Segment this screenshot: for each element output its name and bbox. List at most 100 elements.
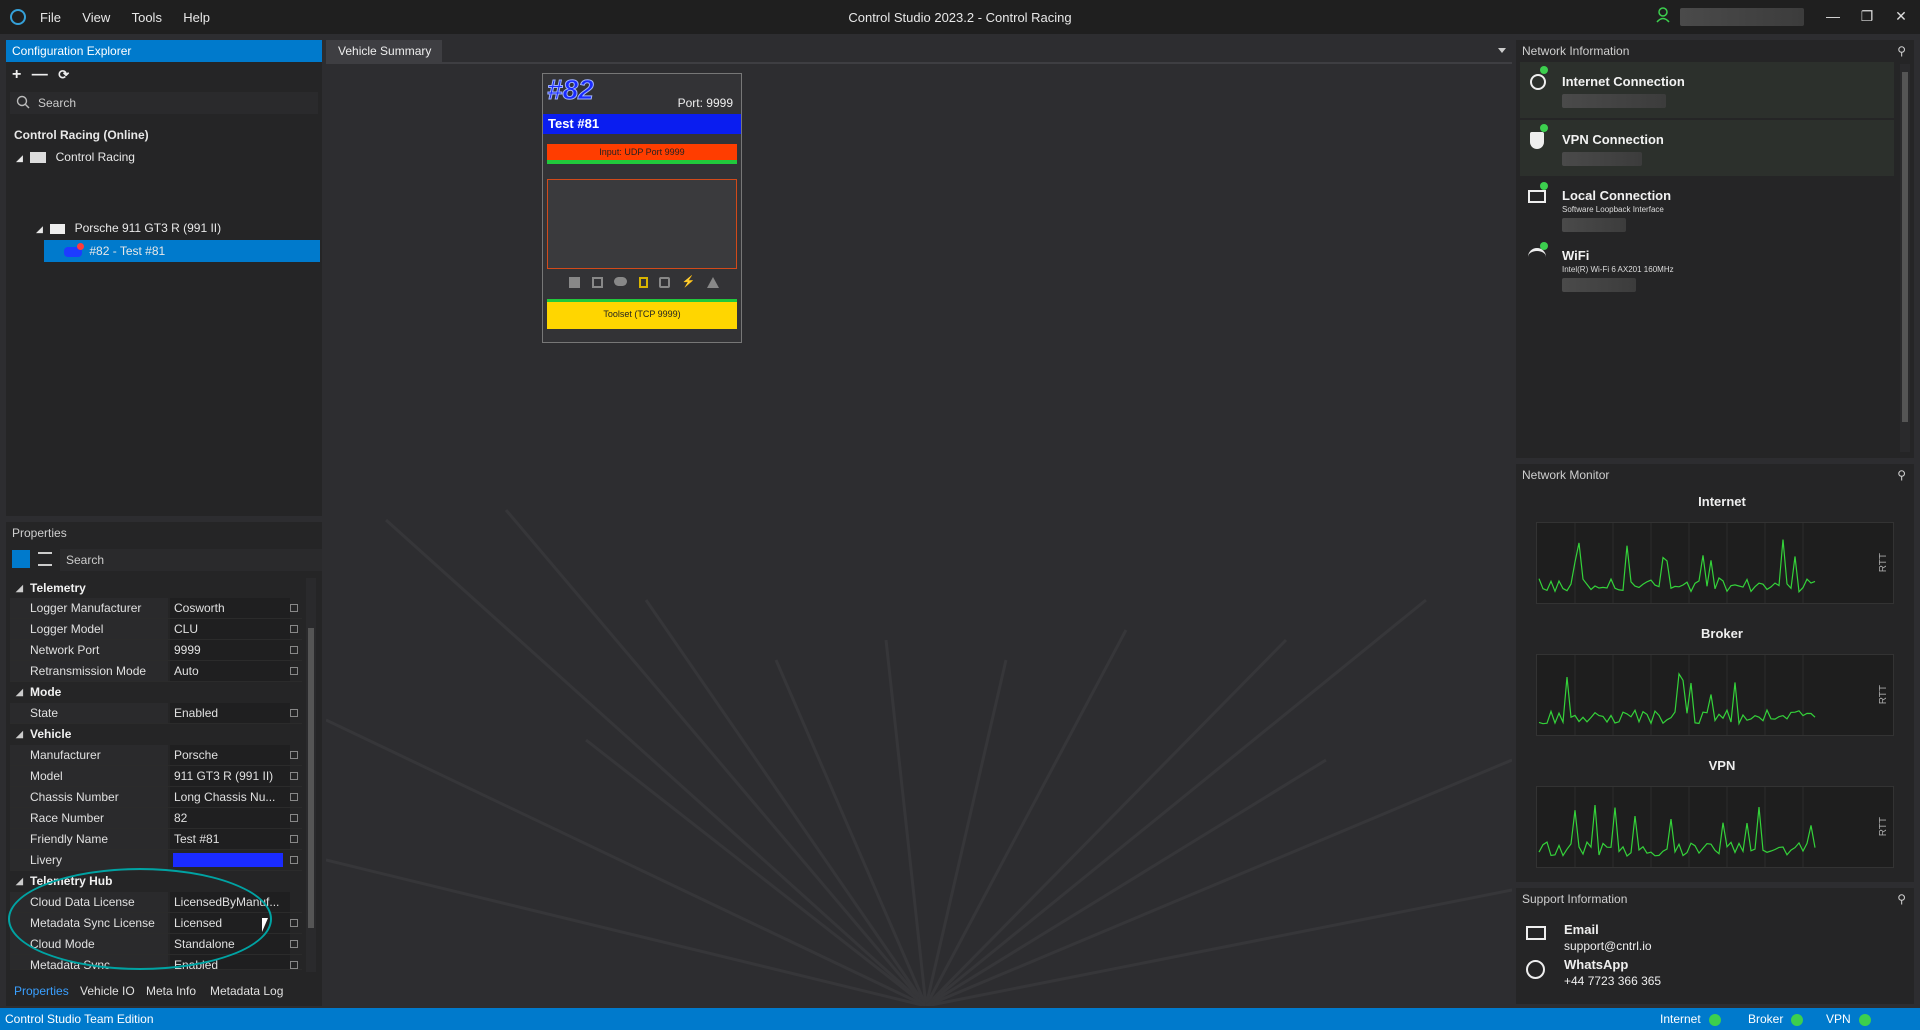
pin-icon[interactable]: ⚲ <box>1897 40 1906 62</box>
property-marker-icon[interactable] <box>290 940 298 948</box>
menu-file[interactable]: File <box>40 10 61 25</box>
property-marker-icon[interactable] <box>290 709 298 717</box>
status-broker: Broker <box>1748 1012 1804 1026</box>
tab-metadata-log[interactable]: Metadata Log <box>210 984 283 998</box>
close-button[interactable]: ✕ <box>1886 4 1916 28</box>
property-key: Friendly Name <box>10 829 168 849</box>
collapse-icon[interactable]: ◢ <box>16 871 23 892</box>
network-item-local[interactable]: Local Connection Software Loopback Inter… <box>1520 178 1894 234</box>
card-name-bar: Test #81 <box>543 114 741 134</box>
cloud-icon[interactable] <box>614 277 628 286</box>
warning-icon[interactable] <box>706 277 719 288</box>
property-marker-icon[interactable] <box>290 751 298 759</box>
property-row[interactable]: Logger Manufacturer Cosworth <box>10 598 302 619</box>
property-marker-icon[interactable] <box>290 793 298 801</box>
property-row[interactable]: Race Number 82 <box>10 808 302 829</box>
property-row[interactable]: Network Port 9999 <box>10 640 302 661</box>
toolset-status-bar[interactable]: Toolset (TCP 9999) <box>547 299 737 329</box>
tree-folder[interactable]: ◢ Porsche 911 GT3 R (991 II) <box>36 217 221 239</box>
property-marker-icon[interactable] <box>290 814 298 822</box>
categorized-view-icon[interactable] <box>12 550 30 568</box>
property-marker-icon[interactable] <box>290 604 298 612</box>
remove-icon[interactable]: — <box>32 66 48 83</box>
category-telemetry[interactable]: ◢ Telemetry <box>10 578 302 599</box>
chart-title: Internet <box>1698 494 1746 509</box>
monitor-icon[interactable] <box>591 277 603 288</box>
network-item-vpn[interactable]: VPN Connection <box>1520 120 1894 176</box>
network-info-scrollbar[interactable] <box>1900 64 1910 452</box>
property-marker-icon[interactable] <box>290 667 298 675</box>
tab-dropdown-icon[interactable] <box>1498 48 1506 53</box>
tree-org[interactable]: ◢ Control Racing <box>16 146 135 168</box>
property-value[interactable]: CLU <box>170 619 290 639</box>
support-whatsapp[interactable]: +44 7723 366 365 <box>1564 974 1661 988</box>
restore-button[interactable]: ❐ <box>1852 4 1882 28</box>
tab-meta-info[interactable]: Meta Info <box>146 984 196 998</box>
menu-tools[interactable]: Tools <box>132 10 162 25</box>
menu-help[interactable]: Help <box>183 10 210 25</box>
category-mode[interactable]: ◢ Mode <box>10 682 302 703</box>
collapse-icon[interactable]: ◢ <box>16 682 23 703</box>
status-ok-icon <box>1540 182 1548 190</box>
property-row[interactable]: Model 911 GT3 R (991 II) <box>10 766 302 787</box>
support-email[interactable]: support@cntrl.io <box>1564 939 1652 953</box>
pin-icon[interactable]: ⚲ <box>1897 464 1906 486</box>
property-row[interactable]: Retransmission Mode Auto <box>10 661 302 682</box>
property-value[interactable]: Auto <box>170 661 290 681</box>
menu-view[interactable]: View <box>82 10 110 25</box>
property-value[interactable]: 911 GT3 R (991 II) <box>170 766 290 786</box>
title-bar: File View Tools Help Control Studio 2023… <box>0 0 1920 34</box>
property-row[interactable]: Manufacturer Porsche <box>10 745 302 766</box>
user-icon[interactable] <box>1656 7 1670 23</box>
properties-search[interactable]: Search <box>60 549 322 571</box>
property-marker-icon[interactable] <box>290 835 298 843</box>
tab-vehicle-summary[interactable]: Vehicle Summary <box>326 40 442 62</box>
status-ok-icon <box>1708 1013 1721 1026</box>
input-status-bar[interactable]: Input: UDP Port 9999 <box>547 144 737 164</box>
property-row[interactable]: Chassis Number Long Chassis Nu... <box>10 787 302 808</box>
property-marker-icon[interactable] <box>290 856 298 864</box>
property-value[interactable]: Test #81 <box>170 829 290 849</box>
property-value[interactable]: Enabled <box>170 703 290 723</box>
minimize-button[interactable]: — <box>1818 4 1848 28</box>
collapse-icon[interactable]: ◢ <box>16 724 23 745</box>
list-view-icon[interactable] <box>38 552 52 566</box>
add-icon[interactable]: + <box>12 66 21 83</box>
pin-icon[interactable]: ⚲ <box>1897 888 1906 910</box>
lightning-icon[interactable]: ⚡ <box>682 277 696 291</box>
expand-icon[interactable]: ◢ <box>36 224 43 234</box>
property-value[interactable]: 9999 <box>170 640 290 660</box>
property-marker-icon[interactable] <box>290 625 298 633</box>
collapse-icon[interactable]: ◢ <box>16 578 23 599</box>
user-name-redacted <box>1680 8 1804 26</box>
property-marker-icon[interactable] <box>290 646 298 654</box>
property-row[interactable]: State Enabled <box>10 703 302 724</box>
tree-vehicle-selected[interactable]: #82 - Test #81 <box>44 240 320 262</box>
property-row[interactable]: Logger Model CLU <box>10 619 302 640</box>
property-marker-icon[interactable] <box>290 772 298 780</box>
explorer-search[interactable]: Search <box>10 92 318 114</box>
document-icon[interactable] <box>638 277 648 288</box>
property-value[interactable]: Cosworth <box>170 598 290 618</box>
livery-color-swatch[interactable] <box>173 853 283 867</box>
tab-properties[interactable]: Properties <box>14 984 69 998</box>
category-vehicle[interactable]: ◢ Vehicle <box>10 724 302 745</box>
vehicle-card[interactable]: #82 Port: 9999 Test #81 Input: UDP Port … <box>542 73 742 343</box>
property-value[interactable]: Long Chassis Nu... <box>170 787 290 807</box>
property-value[interactable]: Porsche <box>170 745 290 765</box>
tab-vehicle-io[interactable]: Vehicle IO <box>80 984 135 998</box>
tree-root[interactable]: Control Racing (Online) <box>14 124 149 146</box>
property-marker-icon[interactable] <box>290 919 298 927</box>
sync-icon[interactable] <box>659 277 671 288</box>
network-item-internet[interactable]: Internet Connection <box>1520 62 1894 118</box>
property-row[interactable]: Friendly Name Test #81 <box>10 829 302 850</box>
network-item-title: Internet Connection <box>1562 74 1685 89</box>
refresh-icon[interactable]: ⟳ <box>58 67 69 82</box>
properties-scrollbar[interactable] <box>306 578 316 972</box>
property-key: State <box>10 703 168 723</box>
download-icon[interactable] <box>569 277 580 288</box>
property-marker-icon[interactable] <box>290 961 298 969</box>
network-item-wifi[interactable]: WiFi Intel(R) Wi-Fi 6 AX201 160MHz <box>1520 238 1894 294</box>
property-value[interactable]: 82 <box>170 808 290 828</box>
expand-icon[interactable]: ◢ <box>16 153 23 163</box>
